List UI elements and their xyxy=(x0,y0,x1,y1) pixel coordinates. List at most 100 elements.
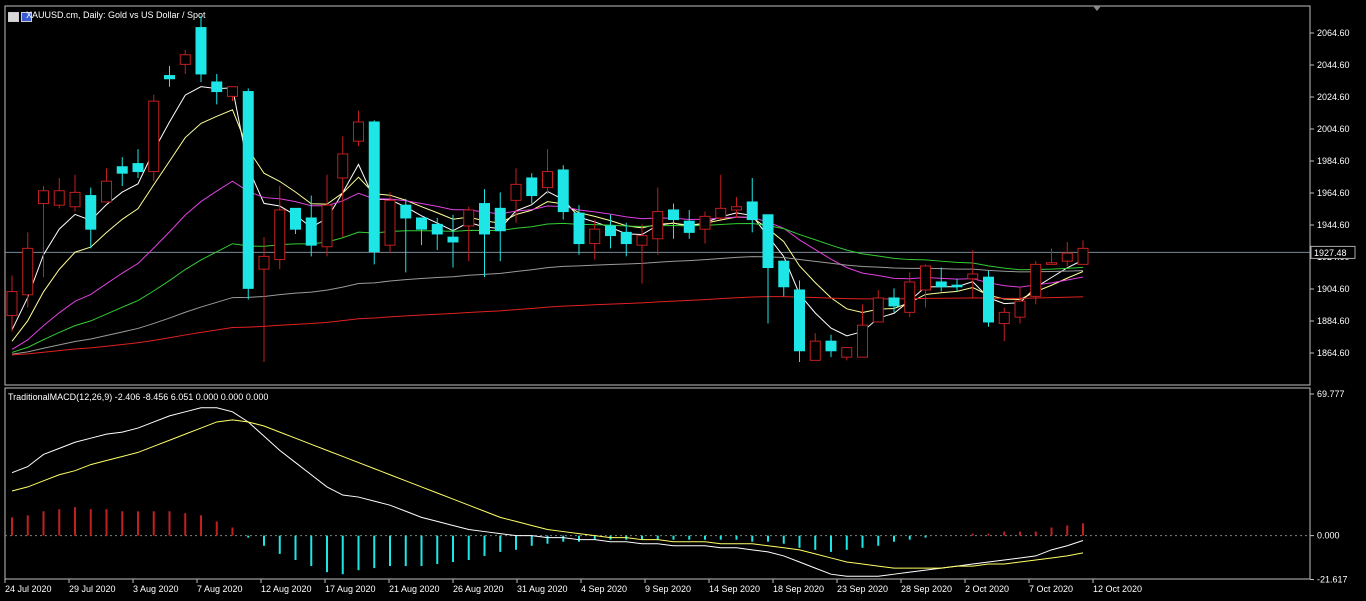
time-axis-label: 26 Aug 2020 xyxy=(453,584,504,594)
ma-magenta-line xyxy=(11,180,1084,350)
candle-body xyxy=(794,289,805,352)
candle-body xyxy=(368,121,380,253)
price-axis-label: 1964.60 xyxy=(1317,188,1350,198)
ma-red-line xyxy=(11,296,1084,356)
time-axis-label: 7 Aug 2020 xyxy=(197,584,243,594)
macd-axis-label: -21.617 xyxy=(1317,575,1348,585)
candle-body xyxy=(699,215,711,230)
macd-plot-frame xyxy=(4,387,1311,580)
candle-body xyxy=(101,180,112,203)
candle-body xyxy=(526,177,538,197)
candle-body xyxy=(872,297,884,323)
candle-body xyxy=(400,204,412,219)
candle-body xyxy=(510,183,522,201)
time-axis-label: 12 Aug 2020 xyxy=(261,584,312,594)
time-axis-label: 23 Sep 2020 xyxy=(837,584,888,594)
price-axis-label: 1904.60 xyxy=(1317,284,1350,294)
candle-body xyxy=(967,273,979,280)
candle-body xyxy=(589,228,601,245)
price-axis-label: 1864.60 xyxy=(1317,348,1350,358)
candle-body xyxy=(620,231,632,245)
candle-body xyxy=(69,191,81,208)
macd-signal-line xyxy=(11,419,1084,569)
candle-body xyxy=(557,169,569,213)
candle-body xyxy=(195,27,207,75)
candle-body xyxy=(479,203,490,235)
candle-body xyxy=(431,223,443,235)
time-axis-label: 12 Oct 2020 xyxy=(1093,584,1142,594)
time-axis-label: 9 Sep 2020 xyxy=(645,584,691,594)
candle-body xyxy=(258,255,270,270)
candle-body xyxy=(353,121,364,142)
time-axis-label: 21 Aug 2020 xyxy=(389,584,440,594)
chart-canvas[interactable]: 2064.60 2044.60 2024.60 2004.60 1984.60 1964.… xyxy=(0,0,1366,601)
candle-body xyxy=(636,235,648,246)
candle-body xyxy=(731,206,742,211)
time-axis-label: 14 Sep 2020 xyxy=(709,584,760,594)
macd-axis-label: 0.000 xyxy=(1317,531,1340,541)
candle-body xyxy=(857,324,868,358)
candle-body xyxy=(652,211,664,240)
candle-body xyxy=(85,195,97,230)
candle-body xyxy=(762,214,774,269)
shift-marker-icon xyxy=(1093,6,1101,11)
price-axis-label: 2044.60 xyxy=(1317,60,1350,70)
macd-axis-label: 69.777 xyxy=(1317,389,1345,399)
time-axis-label: 3 Aug 2020 xyxy=(133,584,179,594)
price-axis-label: 1884.60 xyxy=(1317,316,1350,326)
candle-body xyxy=(746,201,758,221)
candle-body xyxy=(148,100,160,173)
candle-body xyxy=(38,190,49,205)
candle-body xyxy=(227,86,238,97)
time-axis-label: 31 Aug 2020 xyxy=(517,584,568,594)
candle-body xyxy=(920,265,931,291)
candle-body xyxy=(888,297,900,307)
candle-body xyxy=(321,204,333,248)
candle-body xyxy=(983,276,994,323)
candle-body xyxy=(494,207,506,232)
candle-body xyxy=(463,209,475,227)
macd-line xyxy=(11,407,1084,577)
candle-body xyxy=(904,281,916,313)
candle-body xyxy=(274,209,286,261)
candle-body xyxy=(998,311,1010,325)
candle-body xyxy=(1030,263,1042,297)
candle-body xyxy=(337,153,349,179)
ma-slow-line xyxy=(11,109,1084,342)
price-axis-label: 2024.60 xyxy=(1317,92,1350,102)
candle-body xyxy=(542,171,553,189)
time-axis-label: 29 Jul 2020 xyxy=(69,584,116,594)
candle-body xyxy=(809,340,821,361)
time-axis-label: 28 Sep 2020 xyxy=(901,584,952,594)
candle-body xyxy=(715,207,727,219)
candle-body xyxy=(825,340,837,352)
candle-body xyxy=(6,291,18,317)
price-axis-label: 2004.60 xyxy=(1317,124,1350,134)
candle-body xyxy=(1061,252,1073,262)
time-axis-label: 4 Sep 2020 xyxy=(581,584,627,594)
candle-body xyxy=(416,217,427,230)
candle-body xyxy=(935,281,947,288)
time-axis-label: 24 Jul 2020 xyxy=(5,584,52,594)
candle-body xyxy=(605,225,616,237)
candle-body xyxy=(778,260,790,288)
time-axis-label: 2 Oct 2020 xyxy=(965,584,1009,594)
candle-body xyxy=(242,91,254,289)
current-price-label: 1927.48 xyxy=(1314,248,1347,258)
candle-body xyxy=(1014,300,1026,318)
candle-body xyxy=(573,212,585,245)
candle-body xyxy=(841,347,853,358)
time-axis-label: 7 Oct 2020 xyxy=(1029,584,1073,594)
price-axis-label: 1984.60 xyxy=(1317,156,1350,166)
candle-body xyxy=(1077,247,1089,265)
chart-window: XAUUSD.cm, Daily: Gold vs US Dollar / Sp… xyxy=(0,0,1366,601)
candle-body xyxy=(683,220,695,233)
candle-body xyxy=(447,236,459,243)
candle-body xyxy=(53,190,65,206)
price-axis-label: 2064.60 xyxy=(1317,28,1350,38)
candle-body xyxy=(305,217,317,246)
candle-body xyxy=(22,247,34,296)
time-axis-label: 18 Sep 2020 xyxy=(773,584,824,594)
candle-body xyxy=(1046,262,1057,265)
candle-body xyxy=(951,284,963,288)
